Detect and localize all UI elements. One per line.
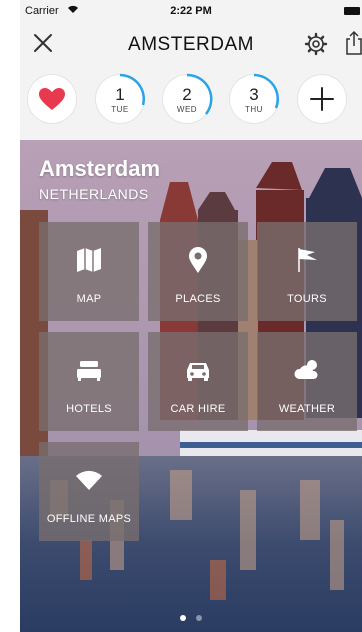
country-name: NETHERLANDS xyxy=(39,186,149,202)
day-selector: 1 TUE 2 WED 3 THU xyxy=(20,72,362,130)
flag-icon xyxy=(257,246,357,274)
city-hero: Amsterdam NETHERLANDS MAP PLACES TOURS H… xyxy=(20,140,362,632)
tile-label: TOURS xyxy=(287,293,327,305)
heart-icon xyxy=(39,88,65,110)
pin-icon xyxy=(148,246,248,274)
gear-icon[interactable] xyxy=(304,32,328,56)
add-day-button[interactable] xyxy=(298,75,346,123)
share-icon[interactable] xyxy=(344,30,362,56)
plus-icon xyxy=(310,87,334,111)
tile-label: WEATHER xyxy=(278,403,336,415)
page-dot-active[interactable] xyxy=(179,615,186,621)
offline-maps-tile[interactable]: OFFLINE MAPS xyxy=(39,442,139,541)
hotels-tile[interactable]: HOTELS xyxy=(39,332,139,431)
day-progress-ring xyxy=(186,73,213,115)
bed-icon xyxy=(39,356,139,384)
tile-label: PLACES xyxy=(175,293,221,305)
tile-label: OFFLINE MAPS xyxy=(46,513,132,525)
tile-label: HOTELS xyxy=(66,403,112,415)
day-progress-ring xyxy=(119,73,145,106)
day-2-button[interactable]: 2 WED xyxy=(163,73,213,123)
wifi-icon xyxy=(39,466,139,494)
nav-bar: AMSTERDAM xyxy=(20,22,362,68)
day-progress-ring xyxy=(253,73,279,109)
battery-icon xyxy=(344,7,360,15)
page-indicator[interactable] xyxy=(20,608,362,626)
tours-tile[interactable]: TOURS xyxy=(257,222,357,321)
page-dot[interactable] xyxy=(196,615,203,621)
weather-icon xyxy=(257,356,357,384)
weather-tile[interactable]: WEATHER xyxy=(257,332,357,431)
map-icon xyxy=(39,246,139,274)
status-time: 2:22 PM xyxy=(170,5,212,17)
city-name: Amsterdam xyxy=(39,156,161,181)
favorites-button[interactable] xyxy=(28,75,76,123)
day-3-button[interactable]: 3 THU xyxy=(230,73,279,123)
app-screen: Carrier 2:22 PM AMSTERDAM 1 TUE 2 WED 3 … xyxy=(20,0,362,632)
car-icon xyxy=(148,356,248,384)
map-tile[interactable]: MAP xyxy=(39,222,139,321)
tile-label: CAR HIRE xyxy=(170,403,226,415)
tile-label: MAP xyxy=(76,293,102,305)
day-1-button[interactable]: 1 TUE xyxy=(96,73,145,123)
car-hire-tile[interactable]: CAR HIRE xyxy=(148,332,248,431)
places-tile[interactable]: PLACES xyxy=(148,222,248,321)
status-bar: Carrier 2:22 PM xyxy=(20,0,362,22)
